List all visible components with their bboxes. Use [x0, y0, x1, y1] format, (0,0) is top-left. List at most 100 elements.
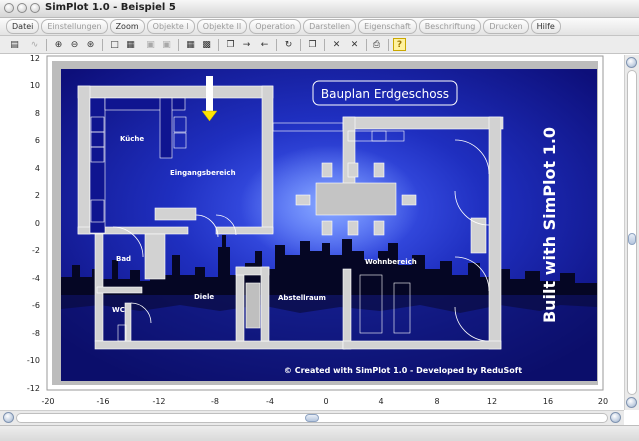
x-tick-label: 8 [434, 397, 439, 406]
wall [215, 226, 274, 235]
zoom-in-icon[interactable]: ⊕ [52, 38, 65, 51]
toolbar-separator [218, 39, 219, 51]
y-tick-label: -12 [27, 384, 40, 393]
duplicate-icon[interactable]: ❐ [306, 38, 319, 51]
arrow-left-icon[interactable]: ← [258, 38, 271, 51]
menu-eigenschaft[interactable]: Eigenschaft [358, 19, 417, 34]
scroll-down-arrow-icon[interactable] [626, 397, 637, 408]
x-tick-label: -12 [152, 397, 165, 406]
minimize-window-button[interactable] [17, 3, 27, 13]
status-bar [0, 425, 639, 441]
kitchen-counter [89, 97, 106, 234]
x-tick-label: 4 [378, 397, 383, 406]
y-tick-label: 8 [35, 109, 40, 118]
wall [94, 340, 346, 350]
wall [260, 266, 270, 342]
toolbar: ▤ ∿ ⊕ ⊖ ⊛ □ ▦ ▣ ▣ ▦ ▩ ❐ → ← ↻ ❐ ✕ ✕ ⎙ ? [0, 36, 639, 54]
print-icon[interactable]: ⎙ [370, 38, 383, 51]
y-tick-label: 4 [35, 164, 40, 173]
menu-beschriftung[interactable]: Beschriftung [418, 19, 482, 34]
frame-alt-icon[interactable]: ▣ [160, 38, 173, 51]
y-tick-label: -4 [32, 274, 40, 283]
frame-icon[interactable]: ▣ [144, 38, 157, 51]
chair [295, 194, 311, 206]
room-label-wc: WC [112, 306, 125, 314]
arrow-right-icon[interactable]: → [240, 38, 253, 51]
toolbar-separator [388, 39, 389, 51]
toolbar-separator [46, 39, 47, 51]
close-window-button[interactable] [4, 3, 14, 13]
vertical-scrollbar[interactable] [624, 55, 639, 410]
table-icon[interactable]: ▦ [184, 38, 197, 51]
horizontal-scrollbar[interactable] [0, 410, 624, 425]
x-tick-label: -8 [211, 397, 219, 406]
y-tick-label: 10 [30, 81, 40, 90]
chair [347, 162, 359, 178]
x-tick-label: 0 [323, 397, 328, 406]
chair [321, 162, 333, 178]
menu-drucken[interactable]: Drucken [483, 19, 529, 34]
toolbar-separator [276, 39, 277, 51]
horizontal-scroll-track[interactable] [16, 413, 608, 423]
y-tick-label: -6 [32, 301, 40, 310]
wall [77, 85, 91, 235]
x-tick-label: 20 [598, 397, 608, 406]
toolbar-separator [102, 39, 103, 51]
calculator-icon[interactable]: ▤ [8, 38, 21, 51]
copy-icon[interactable]: ❐ [224, 38, 237, 51]
vertical-scroll-track[interactable] [627, 70, 637, 395]
wall [342, 340, 502, 350]
maximize-window-button[interactable] [30, 3, 40, 13]
y-tick-label: 12 [30, 55, 40, 63]
menu-datei[interactable]: Datei [6, 19, 40, 34]
dining-table [315, 182, 397, 216]
banner-title: Bauplan Erdgeschoss [321, 87, 449, 101]
toolbar-separator [178, 39, 179, 51]
y-tick-label: -10 [27, 356, 40, 365]
menu-hilfe[interactable]: Hilfe [530, 19, 561, 34]
delete-all-icon[interactable]: ✕ [348, 38, 361, 51]
x-axis: -20 -16 -12 -8 -4 0 4 8 12 16 20 [41, 397, 608, 406]
kitchen-island [159, 97, 173, 159]
bath-tub [144, 233, 166, 280]
room-label-abstellraum: Abstellraum [278, 294, 326, 302]
zoom-out-icon[interactable]: ⊖ [68, 38, 81, 51]
rectangle-icon[interactable]: □ [108, 38, 121, 51]
room-label-eingangsbereich: Eingangsbereich [170, 169, 236, 177]
menu-objekte-2[interactable]: Objekte II [196, 19, 248, 34]
menu-operation[interactable]: Operation [249, 19, 302, 34]
title-bar: SimPlot 1.0 - Beispiel 5 [0, 0, 639, 18]
y-tick-label: 2 [35, 191, 40, 200]
wall [488, 116, 502, 350]
toolbar-separator [324, 39, 325, 51]
scroll-up-arrow-icon[interactable] [626, 57, 637, 68]
menu-zoom[interactable]: Zoom [109, 19, 145, 34]
y-tick-label: 6 [35, 136, 40, 145]
scroll-right-arrow-icon[interactable] [610, 412, 621, 423]
menu-bar: Datei Einstellungen Zoom Objekte I Objek… [0, 18, 639, 36]
curve-icon[interactable]: ∿ [28, 38, 41, 51]
grid-icon[interactable]: ▦ [124, 38, 137, 51]
wall [96, 286, 143, 294]
image-icon[interactable]: ▩ [200, 38, 213, 51]
scroll-left-arrow-icon[interactable] [3, 412, 14, 423]
horizontal-scroll-thumb[interactable] [305, 414, 319, 422]
delete-icon[interactable]: ✕ [330, 38, 343, 51]
toolbar-separator [300, 39, 301, 51]
kitchen-counter-top [104, 97, 186, 111]
vertical-scroll-thumb[interactable] [628, 233, 636, 245]
plot-canvas[interactable]: 12 10 8 6 4 2 0 -2 -4 -6 -8 -10 -12 -20 … [0, 54, 639, 410]
refresh-icon[interactable]: ↻ [282, 38, 295, 51]
window-title: SimPlot 1.0 - Beispiel 5 [45, 2, 176, 13]
room-label-diele: Diele [194, 293, 214, 301]
help-icon[interactable]: ? [393, 38, 406, 51]
shelf [245, 282, 261, 329]
y-tick-label: 0 [35, 219, 40, 228]
menu-einstellungen[interactable]: Einstellungen [41, 19, 108, 34]
menu-darstellen[interactable]: Darstellen [303, 19, 357, 34]
vertical-watermark: Built with SimPlot 1.0 [540, 127, 559, 323]
window-controls [4, 3, 40, 13]
chair [347, 220, 359, 236]
menu-objekte-1[interactable]: Objekte I [146, 19, 195, 34]
zoom-fit-icon[interactable]: ⊛ [84, 38, 97, 51]
